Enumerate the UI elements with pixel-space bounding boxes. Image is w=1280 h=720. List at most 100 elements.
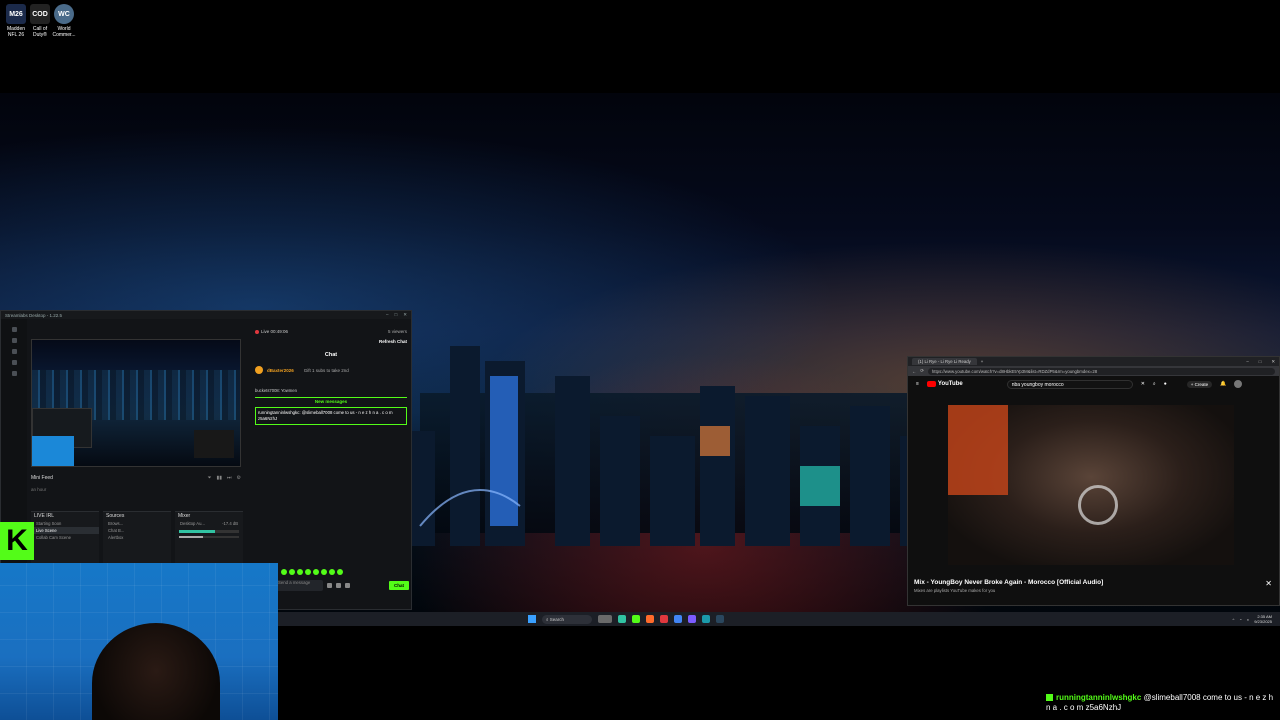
notifications-icon[interactable]: 🔔 [1220,381,1226,387]
mini-feed: Mini Feed ⏷ ▮▮ ⏭ ⚙ an hour [31,475,241,505]
chat-input[interactable]: Send a message [275,579,323,591]
create-label: Create [1194,381,1209,387]
chat-input-row: Send a message Chat [275,579,409,591]
emote-icon[interactable] [321,569,327,575]
highlighted-message: runningtanninlwshgkc: @slimeball7008 com… [255,407,407,425]
themes-icon[interactable] [11,338,17,343]
reload-icon[interactable]: ⟳ [920,368,924,374]
firefox-icon[interactable] [646,615,654,623]
create-button[interactable]: + Create [1186,380,1213,388]
chevron-up-icon[interactable]: ^ [1232,617,1234,622]
viewer-count: 5 viewers [387,329,407,334]
volume-slider[interactable] [179,536,239,538]
search-icon[interactable]: ⌕ [1153,381,1156,387]
close-icon[interactable]: ✕ [403,312,407,318]
emote-icon[interactable] [305,569,311,575]
preview-webcam [32,436,74,466]
source-item[interactable]: Alertbox [103,534,171,541]
desktop-icon-world-commerce[interactable]: WC World Commer... [52,4,76,38]
new-tab-icon[interactable]: + [981,359,984,364]
youtube-search-input[interactable]: nba youngboy morocco [1006,379,1133,389]
scenes-header[interactable]: LIVE IRL [34,513,54,519]
taskbar-search[interactable]: ⌕ Search [542,614,592,624]
webcam-feed [0,563,278,720]
new-messages-divider[interactable]: New messages [255,397,407,404]
close-icon[interactable]: ✕ [1271,359,1275,365]
mini-feed-title: Mini Feed [31,475,53,481]
minimize-icon[interactable]: – [386,312,389,318]
emote-icon[interactable] [337,569,343,575]
browser-tab[interactable]: (1) Li Rye - Li Rye Li Ready [912,358,977,365]
desktop-icon-madden[interactable]: M26 Madden NFL 26 [4,4,28,38]
windows-taskbar: ⌕ Search ^ ◔ ◖ 2:35 AM 9/23/2025 [278,612,1280,626]
discord-icon[interactable] [688,615,696,623]
wifi-icon[interactable]: ◔ [1239,617,1241,622]
scene-item[interactable]: Starting Soon [31,520,99,527]
chat-message: buckets7008: Yowmen [255,388,297,393]
mic-icon[interactable]: ● [1164,381,1167,387]
pause-icon[interactable]: ▮▮ [216,475,222,481]
apps-icon[interactable] [11,349,17,354]
source-item[interactable]: Chat B... [103,527,171,534]
app-icon[interactable] [660,615,668,623]
chat-title: Chat [324,352,338,358]
back-icon[interactable]: ← [912,369,916,374]
gift-icon[interactable] [336,582,341,588]
youtube-play-icon [926,381,936,387]
refresh-chat-button[interactable]: Refresh Chat [255,339,407,344]
close-icon[interactable]: ✕ [1265,579,1272,588]
emote-icon[interactable] [313,569,319,575]
editor-icon[interactable] [11,327,17,332]
desktop-icon-label: Madden NFL 26 [6,26,26,38]
browser-tabstrip: (1) Li Rye - Li Rye Li Ready + – □ ✕ [908,357,1279,366]
settings-icon[interactable] [345,582,350,588]
taskbar-search-label: Search [549,616,565,622]
send-chat-button[interactable]: Chat [389,580,409,590]
overlay-username: runningtanninlwshgkc [1056,693,1142,702]
source-item[interactable]: Brows... [103,520,171,527]
madden-icon: M26 [6,4,26,24]
avatar[interactable] [1234,380,1243,388]
chrome-icon[interactable] [674,615,682,623]
emote-icon[interactable] [329,569,335,575]
pinned-username[interactable]: dBaxter2026 [267,368,294,373]
app-icon[interactable] [702,615,710,623]
streamlabs-app-icon[interactable] [618,615,626,623]
settings-icon[interactable] [11,371,17,376]
widgets-icon[interactable] [598,615,612,623]
volume-icon[interactable]: ◖ [1247,617,1249,622]
mini-feed-row: an hour [31,487,47,492]
minimize-icon[interactable]: – [1246,359,1248,365]
clear-search-icon[interactable]: ✕ [1141,381,1145,387]
filter-icon[interactable]: ⏷ [207,475,211,481]
video-player[interactable] [948,405,1234,565]
emote-icon[interactable] [297,569,303,575]
gift-badge-icon [255,366,263,374]
maximize-icon[interactable]: □ [395,312,398,318]
settings-icon[interactable]: ⚙ [237,475,241,481]
maximize-icon[interactable]: □ [1259,359,1262,365]
mixer-source-label: Desktop Au... [180,521,205,526]
emote-icon[interactable] [281,569,287,575]
steam-icon[interactable] [716,615,724,623]
mix-playlist-header: Mix - YoungBoy Never Broke Again - Moroc… [914,579,1274,593]
desktop-icon-label: Call of Duty® [32,26,48,38]
menu-icon[interactable]: ≡ [916,381,919,387]
emote-icon[interactable] [289,569,295,575]
stream-preview[interactable] [31,339,241,467]
windows-start-icon[interactable] [528,615,536,623]
alerts-icon[interactable] [11,360,17,365]
desktop-icon-call-of-duty[interactable]: COD Call of Duty® [28,4,52,38]
scenes-dock: LIVE IRL Starting Soon Live Scene Collab… [31,511,99,563]
clock[interactable]: 2:35 AM 9/23/2025 [1254,614,1272,624]
scene-item[interactable]: Live Scene [31,527,99,534]
emoji-icon[interactable] [327,582,332,588]
skip-icon[interactable]: ⏭ [227,475,232,481]
kick-app-icon[interactable] [632,615,640,623]
address-bar[interactable]: https://www.youtube.com/watch?v=d8HbkE5Y… [927,367,1275,375]
youtube-logo[interactable]: YouTube [926,381,963,387]
scene-item[interactable]: Collab Cam Scene [31,534,99,541]
mix-title[interactable]: Mix - YoungBoy Never Broke Again - Moroc… [914,579,1274,586]
mix-subtitle: Mixes are playlists YouTube makes for yo… [914,588,996,593]
desktop-icon-label: World Commer... [52,26,76,38]
